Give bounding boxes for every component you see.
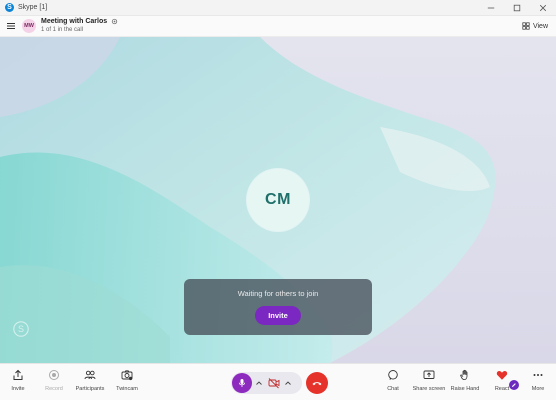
toolbar-twincam-button[interactable]: Twincam — [107, 369, 147, 392]
media-controls — [231, 372, 302, 394]
toolbar-react-label: React — [494, 386, 510, 392]
waiting-panel: Waiting for others to join Invite — [184, 279, 372, 335]
toolbar-raise-hand-button[interactable]: Raise Hand — [445, 369, 485, 392]
menu-icon — [7, 23, 15, 29]
chat-icon — [388, 370, 398, 380]
view-grid-icon — [522, 22, 530, 30]
heart-icon — [496, 371, 508, 380]
svg-text:S: S — [18, 324, 24, 334]
end-call-icon — [312, 382, 322, 386]
twincam-icon — [121, 370, 133, 381]
meeting-subtitle: 1 of 1 in the call — [41, 27, 84, 33]
maximize-icon — [513, 4, 521, 11]
more-icon — [533, 374, 543, 376]
toolbar-share-screen-button[interactable]: Share screen — [409, 369, 449, 392]
close-button[interactable] — [530, 0, 556, 16]
toolbar-share-screen-label: Share screen — [412, 386, 446, 392]
toolbar-chat-button[interactable]: Chat — [373, 369, 413, 392]
microphone-button[interactable] — [232, 373, 252, 393]
call-stage: CM S Waiting for others to join Invite — [0, 37, 556, 363]
pencil-icon — [512, 383, 516, 387]
record-icon — [49, 370, 59, 380]
window-title: Skype [1] — [18, 4, 48, 11]
chevron-up-icon[interactable] — [255, 379, 263, 387]
menu-button[interactable] — [6, 21, 16, 31]
toolbar-more-label: More — [531, 386, 545, 392]
toolbar-record-label: Record — [45, 386, 63, 392]
toolbar-raise-hand-label: Raise Hand — [450, 386, 480, 392]
meeting-title[interactable]: Meeting with Carlos — [41, 17, 107, 26]
share-icon — [13, 369, 23, 380]
waiting-text: Waiting for others to join — [237, 289, 319, 298]
toolbar-participants-label: Participants — [75, 386, 105, 392]
raise-hand-icon — [460, 369, 468, 381]
maximize-button[interactable] — [504, 0, 530, 16]
toolbar-invite-button[interactable]: Invite — [0, 369, 38, 392]
call-toolbar: Invite Record Participants Twincam Chat … — [0, 363, 556, 400]
view-button[interactable]: View — [522, 22, 548, 30]
minimize-button[interactable] — [478, 0, 504, 16]
toolbar-more-button[interactable]: More — [518, 369, 556, 392]
chevron-up-icon[interactable] — [284, 379, 292, 387]
toolbar-chat-label: Chat — [387, 386, 399, 392]
meeting-info: Meeting with Carlos 1 of 1 in the call — [41, 17, 118, 35]
participants-icon — [84, 370, 96, 380]
toolbar-invite-label: Invite — [11, 386, 25, 392]
gear-icon[interactable] — [111, 18, 118, 25]
view-label: View — [532, 22, 548, 30]
microphone-icon — [238, 379, 246, 387]
meeting-avatar[interactable]: MW — [22, 19, 36, 33]
toolbar-participants-button[interactable]: Participants — [70, 369, 110, 392]
share-screen-icon — [423, 370, 435, 379]
window-controls — [478, 0, 556, 16]
skype-icon: S — [5, 3, 14, 12]
minimize-icon — [487, 7, 495, 8]
invite-button[interactable]: Invite — [255, 306, 301, 325]
toolbar-twincam-label: Twincam — [116, 386, 138, 392]
camera-off-icon[interactable] — [268, 377, 280, 389]
toolbar-record-button[interactable]: Record — [34, 369, 74, 392]
skype-watermark-icon: S — [13, 321, 29, 337]
end-call-button[interactable] — [306, 372, 328, 394]
window-titlebar: S Skype [1] — [0, 0, 556, 16]
participant-avatar: CM — [247, 169, 309, 231]
call-header: MW Meeting with Carlos 1 of 1 in the cal… — [0, 16, 556, 37]
close-icon — [539, 4, 547, 11]
